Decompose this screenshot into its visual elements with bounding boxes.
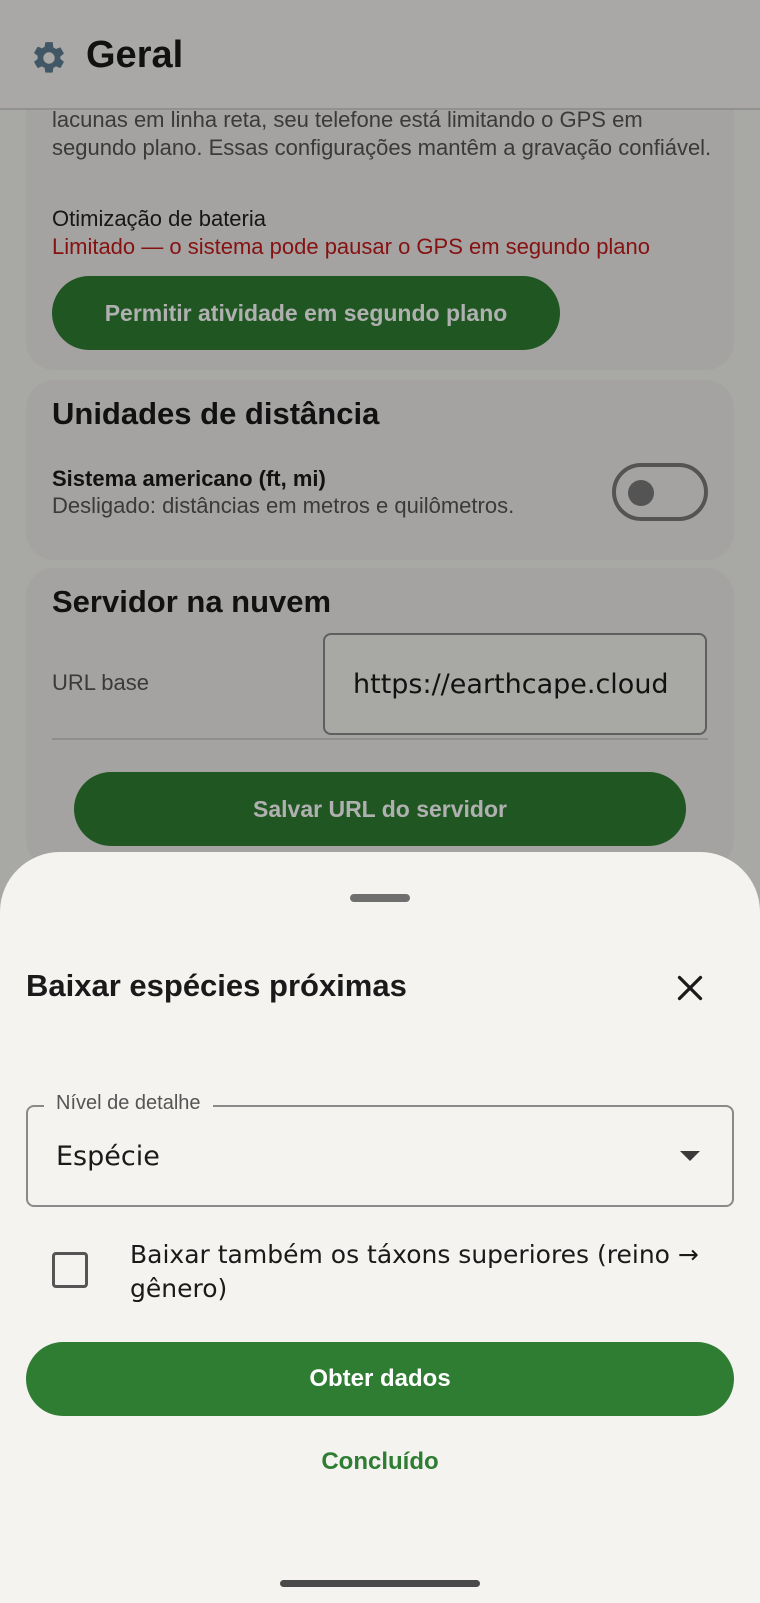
gesture-nav-bar (280, 1580, 480, 1587)
done-button[interactable]: Concluído (0, 1432, 760, 1492)
dropdown-arrow-icon (680, 1151, 700, 1161)
sheet-title: Baixar espécies próximas (26, 968, 407, 1003)
higher-taxa-label[interactable]: Baixar também os táxons superiores (rein… (130, 1238, 710, 1306)
detail-level-label: Nível de detalhe (44, 1092, 213, 1115)
settings-page: Geral lacunas em linha reta, seu telefon… (0, 0, 760, 1603)
drag-handle[interactable] (350, 894, 410, 902)
detail-level-select[interactable]: Espécie (26, 1105, 734, 1207)
bottom-sheet: Baixar espécies próximas Nível de detalh… (0, 852, 760, 1603)
get-data-button[interactable]: Obter dados (26, 1342, 734, 1416)
higher-taxa-checkbox[interactable] (52, 1252, 88, 1288)
detail-level-value: Espécie (56, 1141, 160, 1172)
close-icon[interactable] (672, 970, 708, 1006)
